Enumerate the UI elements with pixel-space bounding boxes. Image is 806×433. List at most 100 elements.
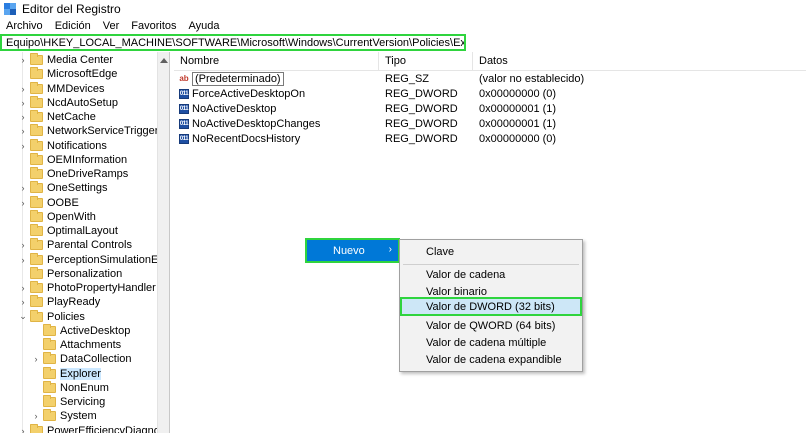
submenu-item-clave[interactable]: Clave <box>400 243 582 260</box>
chevron-right-icon[interactable]: › <box>18 124 28 138</box>
tree-item[interactable]: ActiveDesktop <box>31 323 131 338</box>
value-name-cell: 011 NoActiveDesktop <box>179 101 276 116</box>
chevron-right-icon[interactable]: › <box>31 409 41 423</box>
chevron-right-icon[interactable]: › <box>18 82 28 96</box>
tree-item[interactable]: › OneSettings <box>18 181 108 195</box>
chevron-right-icon[interactable]: › <box>18 424 28 433</box>
folder-icon <box>30 224 43 236</box>
submenu-item-valor-cadena-multiple[interactable]: Valor de cadena múltiple <box>400 334 582 351</box>
chevron-right-icon[interactable]: › <box>18 53 28 67</box>
tree-item-label: NetCache <box>47 111 96 123</box>
tree-item[interactable]: › Notifications <box>18 138 107 153</box>
tree-item-label: Policies <box>47 310 85 323</box>
chevron-right-icon[interactable]: › <box>31 352 41 366</box>
address-bar[interactable]: Equipo\HKEY_LOCAL_MACHINE\SOFTWARE\Micro… <box>0 34 466 51</box>
expander-placeholder <box>31 324 41 338</box>
scroll-up-arrow-icon[interactable] <box>159 56 168 64</box>
tree-item[interactable]: › Parental Controls <box>18 238 132 252</box>
folder-icon <box>43 338 56 350</box>
chevron-right-icon[interactable]: › <box>18 253 28 267</box>
value-data: 0x00000001 (1) <box>479 102 557 115</box>
tree-item[interactable]: ⌄ Policies <box>18 309 85 324</box>
tree-item[interactable]: OneDriveRamps <box>18 167 128 181</box>
folder-icon <box>30 195 43 208</box>
tree-item[interactable]: › NcdAutoSetup <box>18 95 118 110</box>
tree-item[interactable]: OEMInformation <box>18 152 127 167</box>
folder-icon <box>30 81 43 94</box>
menu-archivo[interactable]: Archivo <box>6 20 43 32</box>
tree-item[interactable]: NonEnum <box>31 380 109 395</box>
folder-icon <box>30 95 43 108</box>
tree-item[interactable]: › PlayReady <box>18 295 100 309</box>
tree-item-label: Media Center <box>47 54 114 66</box>
folder-icon <box>30 309 43 322</box>
tree-item-label: Servicing <box>60 396 106 408</box>
tree-item-label: System <box>60 410 97 423</box>
tree-item[interactable]: OpenWith <box>18 209 96 224</box>
chevron-right-icon[interactable]: › <box>18 238 28 252</box>
value-data: 0x00000000 (0) <box>479 132 557 145</box>
tree-item[interactable]: Personalization <box>18 266 122 281</box>
tree-item[interactable]: › PerceptionSimulationExter <box>18 252 169 267</box>
value-data: (valor no establecido) <box>479 72 585 85</box>
value-row[interactable]: 011 NoActiveDesktopChanges REG_DWORD 0x0000… <box>174 116 806 131</box>
tree-item[interactable]: Attachments <box>31 338 121 352</box>
tree-item-label: OpenWith <box>47 210 96 223</box>
column-header-name[interactable]: Nombre <box>174 52 379 70</box>
chevron-right-icon[interactable]: › <box>18 295 28 309</box>
tree-item-label: NetworkServiceTriggers <box>47 125 164 138</box>
value-name: (Predeterminado) <box>192 71 284 86</box>
tree-item[interactable]: Servicing <box>31 395 105 409</box>
expander-placeholder <box>18 67 28 81</box>
folder-icon <box>43 380 56 393</box>
column-header-type[interactable]: Tipo <box>379 52 473 70</box>
folder-icon <box>43 366 56 379</box>
submenu-item-valor-qword[interactable]: Valor de QWORD (64 bits) <box>400 317 582 334</box>
value-name-cell: ab (Predeterminado) <box>179 71 284 86</box>
tree-item-label: Attachments <box>60 339 122 351</box>
folder-icon <box>30 167 43 179</box>
expander-placeholder <box>18 153 28 167</box>
value-row[interactable]: ab (Predeterminado) REG_SZ (valor no establ… <box>174 71 806 86</box>
tree-item[interactable]: › NetCache <box>18 110 96 124</box>
tree-item[interactable]: › System <box>31 409 97 423</box>
tree-item[interactable]: › NetworkServiceTriggers <box>18 124 164 138</box>
menu-favoritos[interactable]: Favoritos <box>131 20 176 32</box>
chevron-right-icon[interactable]: › <box>18 110 28 124</box>
tree-item-label: PowerEfficiencyDiagnostic <box>47 424 170 433</box>
value-row[interactable]: 011 NoRecentDocsHistory REG_DWORD 0x0000000… <box>174 131 806 146</box>
tree-item-label: NonEnum <box>60 381 109 394</box>
tree-item[interactable]: OptimalLayout <box>18 224 118 238</box>
menu-ver[interactable]: Ver <box>103 20 120 32</box>
tree-item[interactable]: › MMDevices <box>18 81 104 96</box>
submenu-item-valor-dword[interactable]: Valor de DWORD (32 bits) <box>400 297 582 316</box>
chevron-right-icon[interactable]: › <box>18 96 28 110</box>
tree-item[interactable]: › PhotoPropertyHandler <box>18 281 156 295</box>
column-header-data[interactable]: Datos <box>473 52 806 70</box>
folder-icon <box>30 152 43 165</box>
context-menu-nuevo[interactable]: Nuevo › <box>305 238 400 263</box>
tree-item-label: DataCollection <box>60 353 132 366</box>
tree-item[interactable]: › DataCollection <box>31 352 132 366</box>
chevron-right-icon[interactable]: › <box>18 181 28 195</box>
expander-placeholder <box>31 381 41 395</box>
tree-scrollbar[interactable] <box>157 52 169 433</box>
value-row[interactable]: 011 NoActiveDesktop REG_DWORD 0x00000001 (1… <box>174 101 806 116</box>
tree-item[interactable]: MicrosoftEdge <box>18 67 117 81</box>
tree-item[interactable]: › PowerEfficiencyDiagnostic <box>18 423 170 433</box>
tree-item[interactable]: › OOBE <box>18 195 79 210</box>
tree-item[interactable]: Explorer <box>31 366 101 381</box>
chevron-right-icon[interactable]: › <box>18 281 28 295</box>
submenu-item-valor-cadena[interactable]: Valor de cadena <box>400 266 582 283</box>
tree-item-label: OOBE <box>47 196 79 209</box>
value-row[interactable]: 011 ForceActiveDesktopOn REG_DWORD 0x000000… <box>174 86 806 101</box>
chevron-down-icon[interactable]: ⌄ <box>18 310 28 324</box>
tree-item[interactable]: › Media Center <box>18 53 113 67</box>
window-title: Editor del Registro <box>22 2 121 16</box>
menu-edicion[interactable]: Edición <box>55 20 91 32</box>
chevron-right-icon[interactable]: › <box>18 196 28 210</box>
menu-ayuda[interactable]: Ayuda <box>189 20 220 32</box>
chevron-right-icon[interactable]: › <box>18 139 28 153</box>
tree-item-label: ActiveDesktop <box>60 324 131 337</box>
submenu-item-valor-cadena-expandible[interactable]: Valor de cadena expandible <box>400 351 582 368</box>
